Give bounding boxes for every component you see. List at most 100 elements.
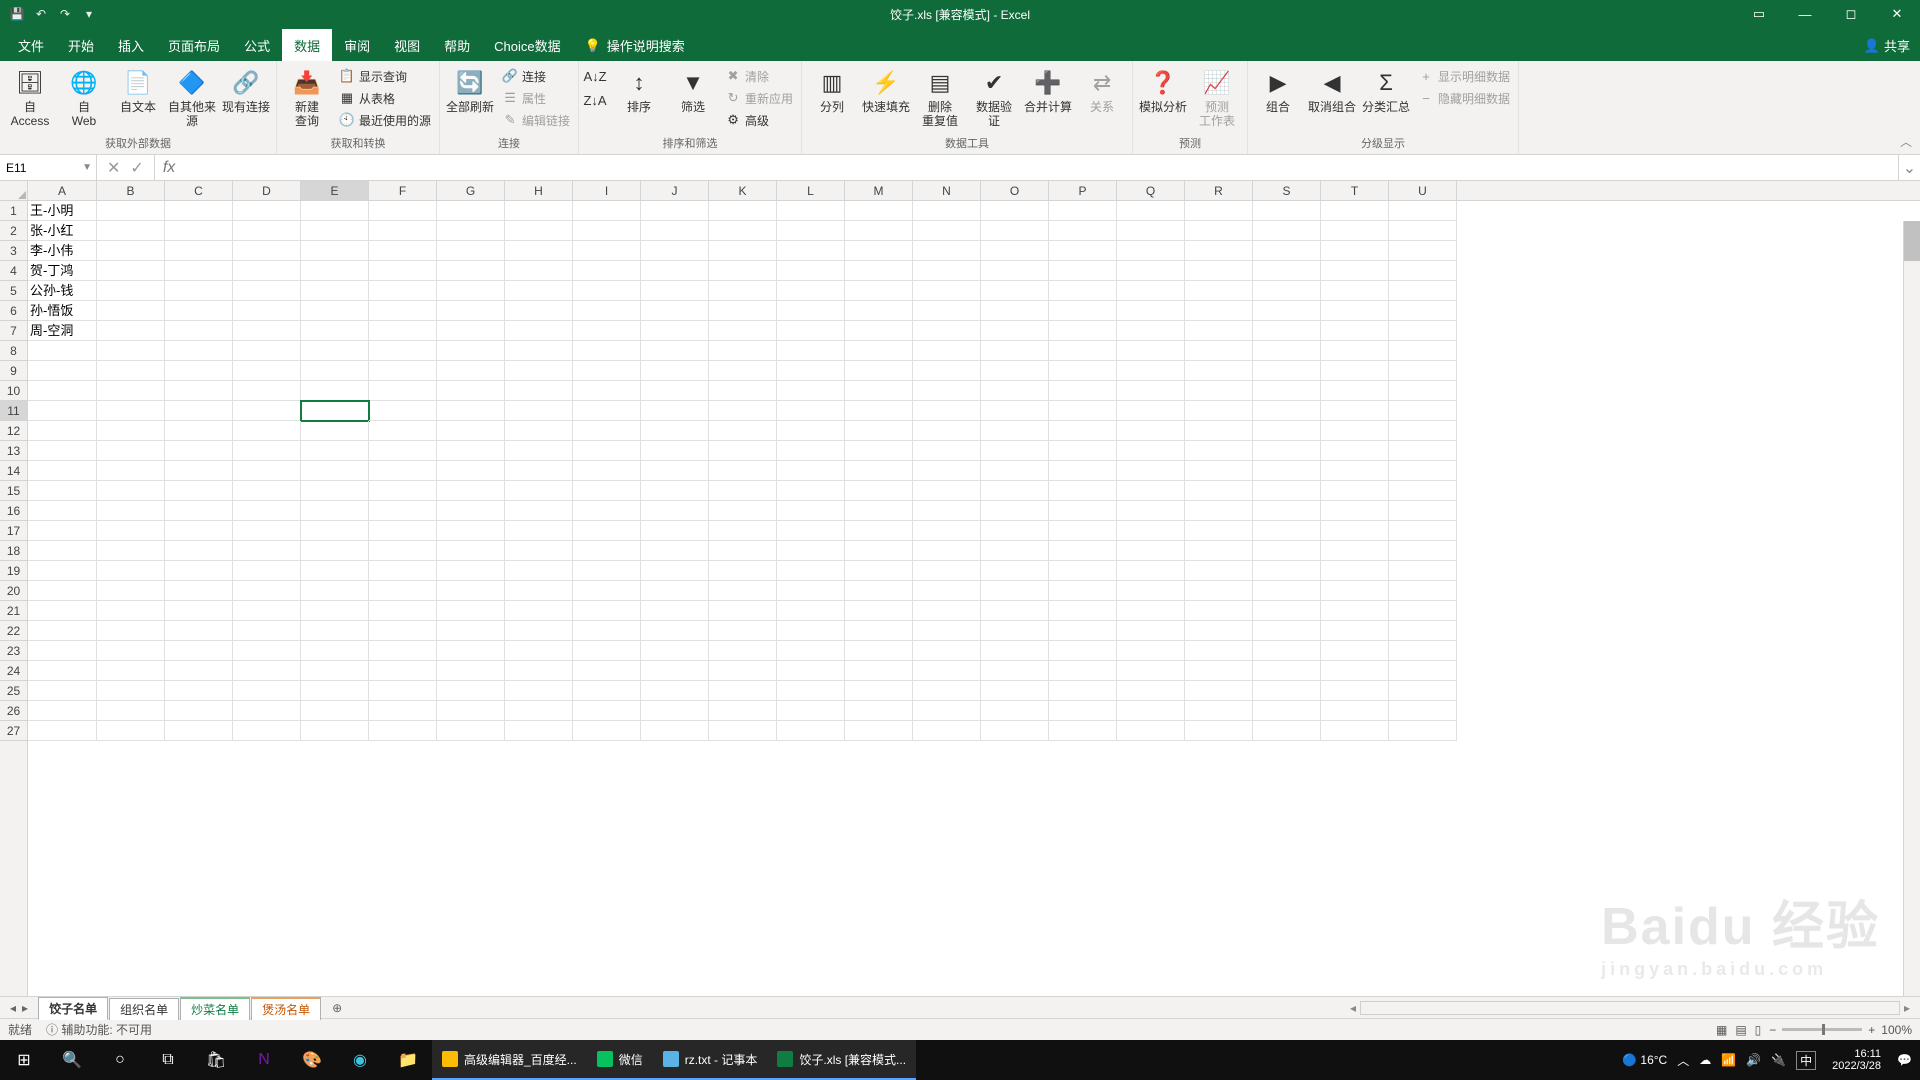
volume-icon[interactable]: 🔊 <box>1746 1053 1761 1067</box>
from-table-button[interactable]: ▦从表格 <box>335 87 435 109</box>
text-to-columns-button[interactable]: ▥分列 <box>806 65 858 117</box>
cell-F6[interactable] <box>369 301 437 321</box>
cell-J20[interactable] <box>641 581 709 601</box>
taskbar-excel[interactable]: 饺子.xls [兼容模式... <box>767 1040 916 1080</box>
cell-T10[interactable] <box>1321 381 1389 401</box>
cell-O2[interactable] <box>981 221 1049 241</box>
cell-N24[interactable] <box>913 661 981 681</box>
row-header-10[interactable]: 10 <box>0 381 27 401</box>
cell-A5[interactable]: 公孙-钱 <box>28 281 97 301</box>
sort-Z↓A[interactable]: Z↓A <box>583 89 607 111</box>
cell-S13[interactable] <box>1253 441 1321 461</box>
cell-L1[interactable] <box>777 201 845 221</box>
cell-Q11[interactable] <box>1117 401 1185 421</box>
col-header-U[interactable]: U <box>1389 181 1457 200</box>
cell-J5[interactable] <box>641 281 709 301</box>
sheet-nav-prev-icon[interactable]: ◂ <box>10 1001 16 1015</box>
cell-J19[interactable] <box>641 561 709 581</box>
cell-R13[interactable] <box>1185 441 1253 461</box>
cell-B8[interactable] <box>97 341 165 361</box>
refresh-all-button[interactable]: 🔄全部刷新 <box>444 65 496 117</box>
cell-M16[interactable] <box>845 501 913 521</box>
cell-I9[interactable] <box>573 361 641 381</box>
minimize-icon[interactable]: — <box>1782 0 1828 28</box>
cell-E20[interactable] <box>301 581 369 601</box>
cell-R10[interactable] <box>1185 381 1253 401</box>
cell-U1[interactable] <box>1389 201 1457 221</box>
cell-Q21[interactable] <box>1117 601 1185 621</box>
cell-B17[interactable] <box>97 521 165 541</box>
cell-J24[interactable] <box>641 661 709 681</box>
cell-C6[interactable] <box>165 301 233 321</box>
cell-N9[interactable] <box>913 361 981 381</box>
from-text-button[interactable]: 📄自文本 <box>112 65 164 117</box>
col-header-I[interactable]: I <box>573 181 641 200</box>
page-layout-view-icon[interactable]: ▤ <box>1735 1023 1746 1037</box>
col-header-E[interactable]: E <box>301 181 369 200</box>
cell-M27[interactable] <box>845 721 913 741</box>
row-header-12[interactable]: 12 <box>0 421 27 441</box>
cell-G22[interactable] <box>437 621 505 641</box>
cell-I2[interactable] <box>573 221 641 241</box>
cell-J26[interactable] <box>641 701 709 721</box>
cell-S11[interactable] <box>1253 401 1321 421</box>
cell-F21[interactable] <box>369 601 437 621</box>
cell-U12[interactable] <box>1389 421 1457 441</box>
cell-M4[interactable] <box>845 261 913 281</box>
cell-U4[interactable] <box>1389 261 1457 281</box>
horizontal-scrollbar[interactable]: ◂ ▸ <box>352 1001 1920 1015</box>
chevron-down-icon[interactable]: ▼ <box>82 162 92 173</box>
cell-A23[interactable] <box>28 641 97 661</box>
tab-数据[interactable]: 数据 <box>282 29 332 61</box>
cell-U21[interactable] <box>1389 601 1457 621</box>
cell-J16[interactable] <box>641 501 709 521</box>
what-if-button[interactable]: ❓模拟分析 <box>1137 65 1189 117</box>
cell-Q5[interactable] <box>1117 281 1185 301</box>
cell-H8[interactable] <box>505 341 573 361</box>
onenote-icon[interactable]: N <box>240 1040 288 1080</box>
cell-A7[interactable]: 周-空洞 <box>28 321 97 341</box>
cell-Q15[interactable] <box>1117 481 1185 501</box>
cell-P8[interactable] <box>1049 341 1117 361</box>
cell-J6[interactable] <box>641 301 709 321</box>
wifi-icon[interactable]: 📶 <box>1721 1053 1736 1067</box>
cell-N25[interactable] <box>913 681 981 701</box>
cell-A1[interactable]: 王-小明 <box>28 201 97 221</box>
cell-I22[interactable] <box>573 621 641 641</box>
cell-N10[interactable] <box>913 381 981 401</box>
cell-C23[interactable] <box>165 641 233 661</box>
cell-E16[interactable] <box>301 501 369 521</box>
cell-H3[interactable] <box>505 241 573 261</box>
cell-P25[interactable] <box>1049 681 1117 701</box>
cell-N13[interactable] <box>913 441 981 461</box>
cell-K9[interactable] <box>709 361 777 381</box>
cell-L21[interactable] <box>777 601 845 621</box>
cell-A6[interactable]: 孙-悟饭 <box>28 301 97 321</box>
clock[interactable]: 16:11 2022/3/28 <box>1826 1048 1887 1072</box>
cell-C11[interactable] <box>165 401 233 421</box>
cell-A8[interactable] <box>28 341 97 361</box>
cell-P9[interactable] <box>1049 361 1117 381</box>
cell-N8[interactable] <box>913 341 981 361</box>
cell-K21[interactable] <box>709 601 777 621</box>
sort-A↓Z[interactable]: A↓Z <box>583 65 607 87</box>
cell-U15[interactable] <box>1389 481 1457 501</box>
cell-G7[interactable] <box>437 321 505 341</box>
cell-H10[interactable] <box>505 381 573 401</box>
cell-C7[interactable] <box>165 321 233 341</box>
cell-A19[interactable] <box>28 561 97 581</box>
cell-F15[interactable] <box>369 481 437 501</box>
cell-G26[interactable] <box>437 701 505 721</box>
cell-H20[interactable] <box>505 581 573 601</box>
cell-G5[interactable] <box>437 281 505 301</box>
cell-C21[interactable] <box>165 601 233 621</box>
cell-K14[interactable] <box>709 461 777 481</box>
close-icon[interactable]: ✕ <box>1874 0 1920 28</box>
cell-K1[interactable] <box>709 201 777 221</box>
zoom-level[interactable]: 100% <box>1881 1023 1912 1037</box>
cell-G2[interactable] <box>437 221 505 241</box>
cell-D27[interactable] <box>233 721 301 741</box>
cell-J1[interactable] <box>641 201 709 221</box>
cell-O14[interactable] <box>981 461 1049 481</box>
cell-N11[interactable] <box>913 401 981 421</box>
